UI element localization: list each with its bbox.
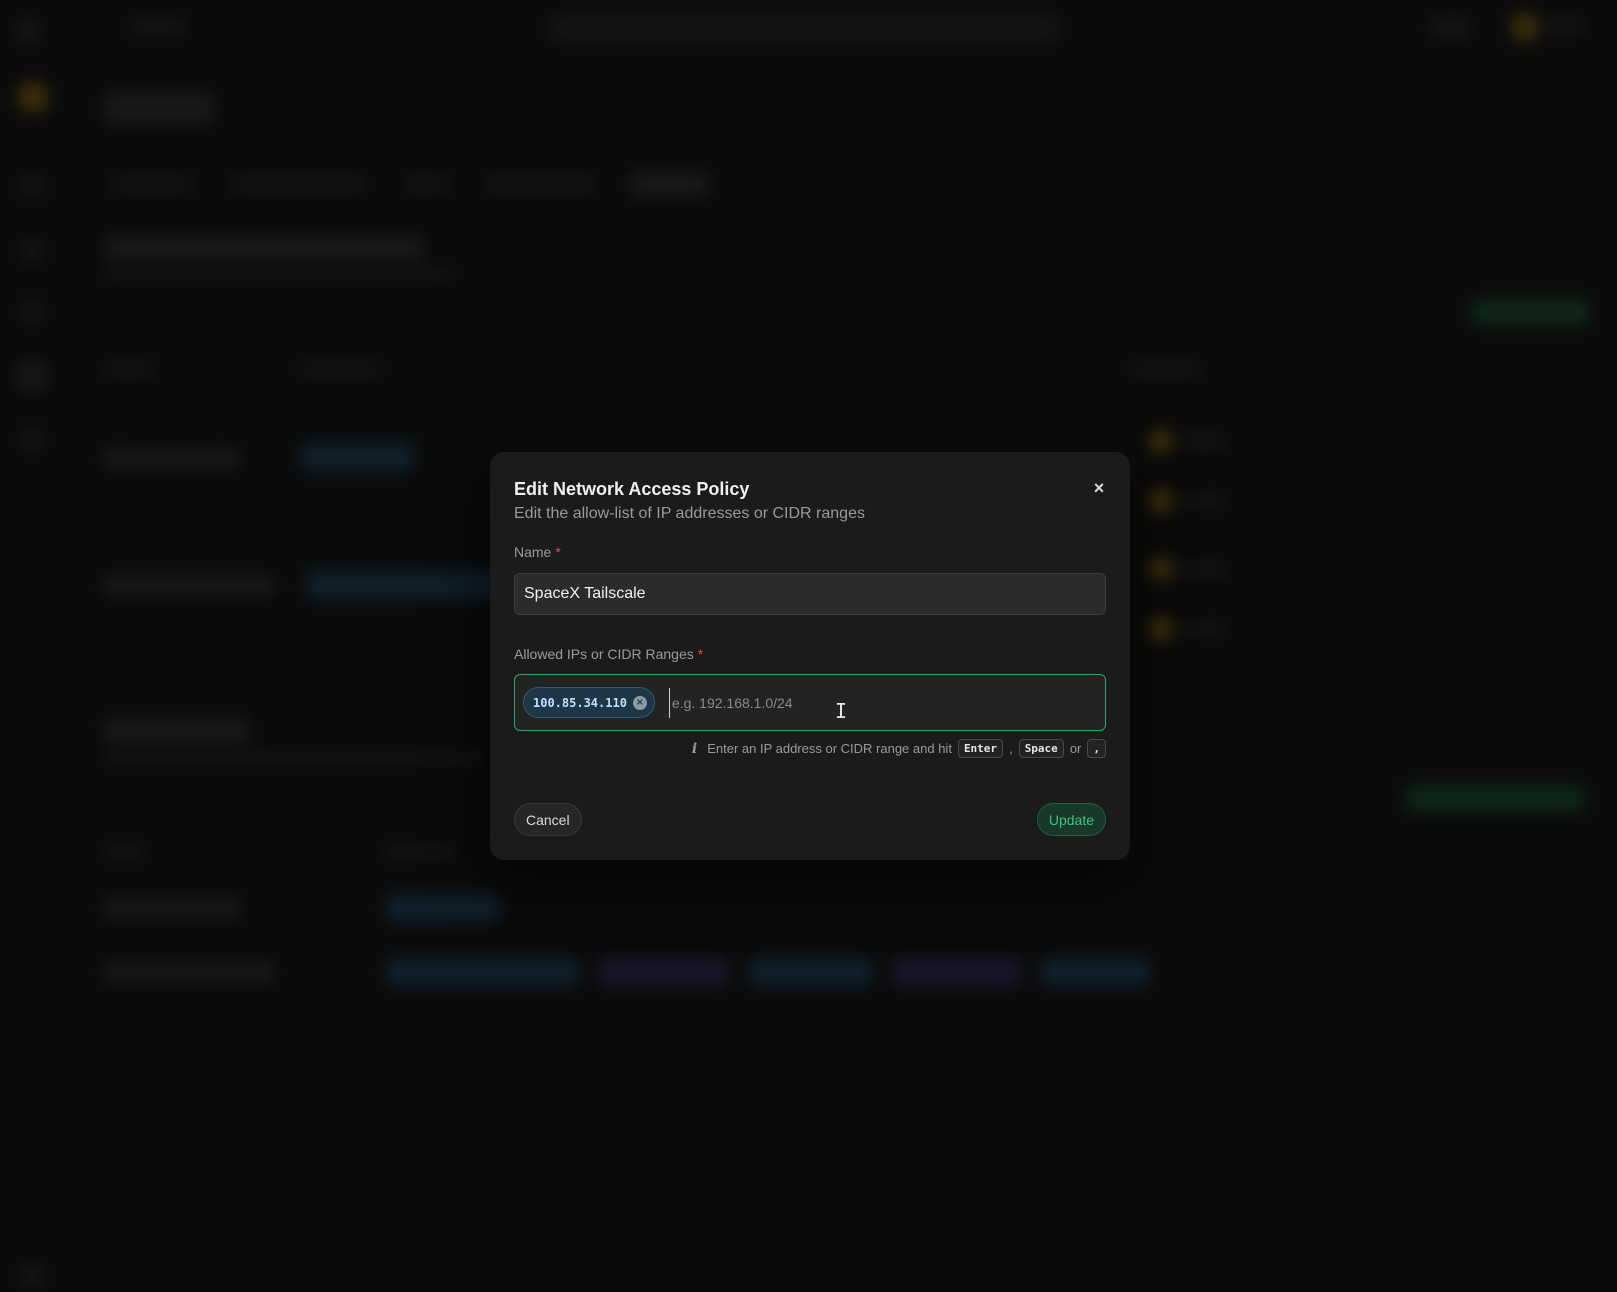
ibeam-cursor-icon: I [835,699,848,723]
dialog-title: Edit Network Access Policy [514,479,750,499]
hint-or: or [1069,741,1082,756]
cidr-hint: i Enter an IP address or CIDR range and … [692,739,1106,758]
required-mark: * [555,544,561,560]
info-icon: i [691,740,698,757]
dialog-subtitle: Edit the allow-list of IP addresses or C… [514,505,865,522]
cidr-label: Allowed IPs or CIDR Ranges * [514,646,703,662]
update-button[interactable]: Update [1036,803,1106,836]
name-label-text: Name [514,544,552,560]
cidr-chip-value: 100.85.34.110 [533,695,627,710]
cancel-button[interactable]: Cancel [514,803,582,836]
cidr-chip: 100.85.34.110 × [523,687,655,718]
cidr-tag-input[interactable]: 100.85.34.110 × [514,674,1106,731]
kbd-enter: Enter [957,739,1004,758]
hint-separator: , [1009,741,1013,756]
hint-text: Enter an IP address or CIDR range and hi… [707,741,952,756]
name-input[interactable] [514,573,1106,615]
cidr-label-text: Allowed IPs or CIDR Ranges [514,646,694,662]
kbd-comma: , [1087,739,1106,758]
remove-chip-icon[interactable]: × [632,695,647,710]
cidr-input[interactable] [668,687,1097,718]
name-label: Name * [514,544,561,560]
edit-network-access-policy-dialog: Edit Network Access Policy Edit the allo… [490,452,1130,860]
kbd-space: Space [1018,739,1064,758]
required-mark: * [697,646,704,662]
close-icon[interactable]: × [1090,479,1108,497]
